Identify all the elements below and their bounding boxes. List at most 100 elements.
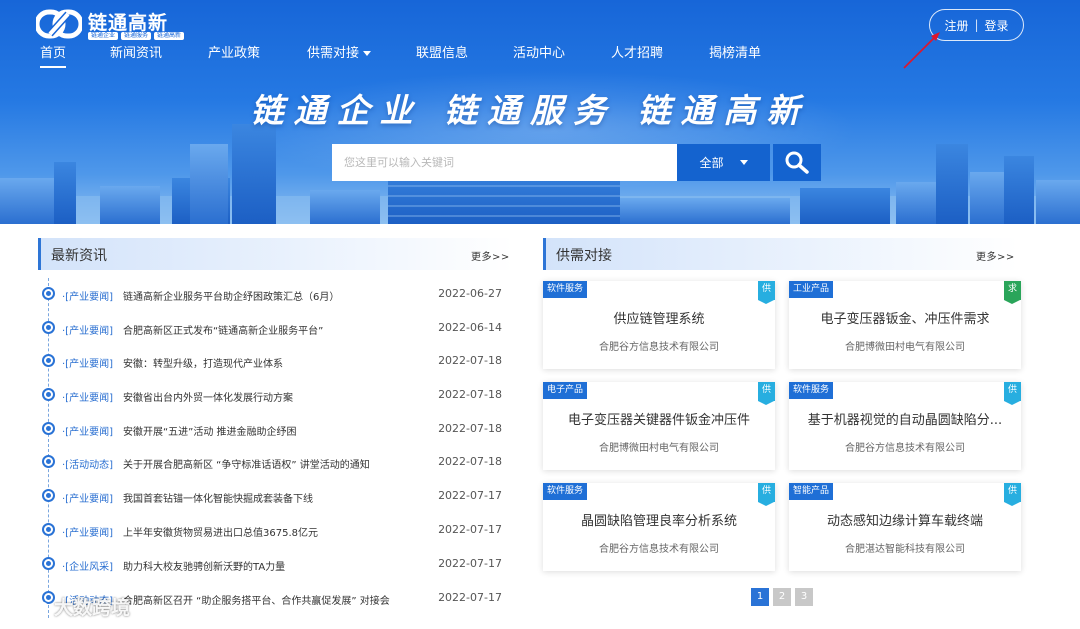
card-company: 合肥谷方信息技术有限公司 — [599, 544, 719, 555]
timeline-dot-icon — [42, 557, 55, 570]
nav-item-supply-demand-label: 供需对接 — [307, 46, 360, 61]
card-title: 动态感知边缘计算车载终端 — [826, 514, 983, 529]
news-date: 2022-07-17 — [438, 523, 502, 536]
news-date: 2022-07-18 — [438, 422, 502, 435]
news-list: ·[产业要闻] 链通高新企业服务平台助企纾困政策汇总（6月） 2022-06-2… — [40, 276, 510, 618]
nav-item-news[interactable]: 新闻资讯 — [110, 44, 162, 64]
card-title: 供应链管理系统 — [613, 312, 705, 327]
news-date: 2022-06-14 — [438, 321, 502, 334]
supply-badge: 供 — [1004, 382, 1021, 405]
nav-item-recruitment[interactable]: 人才招聘 — [611, 44, 663, 64]
pagination: 1 2 3 — [751, 588, 813, 606]
news-category: ·[产业要闻] — [62, 528, 113, 539]
news-date: 2022-07-17 — [438, 557, 502, 570]
search-input[interactable] — [332, 144, 677, 181]
logo-tag: 链通服务 — [121, 32, 152, 40]
hero-slogan: 链通企业 链通服务 链通高新 — [250, 91, 810, 130]
nav-item-challenge-list[interactable]: 揭榜清单 — [709, 44, 761, 64]
nav-item-alliance[interactable]: 联盟信息 — [416, 44, 468, 64]
timeline-dot-icon — [42, 287, 55, 300]
search-scope-value: 全部 — [699, 156, 724, 170]
card-company: 合肥博微田村电气有限公司 — [845, 342, 965, 353]
nav-item-supply-demand[interactable]: 供需对接 — [307, 44, 372, 64]
news-date: 2022-07-18 — [438, 455, 502, 468]
news-category: ·[企业风采] — [62, 562, 113, 573]
search-scope-select[interactable]: 全部 — [677, 144, 770, 181]
news-item[interactable]: ·[产业要闻] 链通高新企业服务平台助企纾困政策汇总（6月） 2022-06-2… — [40, 284, 510, 304]
card-company: 合肥谷方信息技术有限公司 — [845, 443, 965, 454]
search-icon — [785, 151, 809, 174]
news-title: 安徽省出台内外贸一体化发展行动方案 — [123, 393, 293, 404]
login-link[interactable]: 登录 — [985, 17, 1009, 34]
watermark-text: 大数跨境 — [54, 597, 131, 619]
news-item[interactable]: ·[产业要闻] 安徽：转型升级，打造现代产业体系 2022-07-18 — [40, 351, 510, 371]
page-button[interactable]: 1 — [751, 588, 769, 606]
annotation-arrow-icon — [903, 32, 940, 69]
nav-item-home[interactable]: 首页 — [40, 44, 67, 68]
news-title: 合肥高新区正式发布“链通高新企业服务平台” — [123, 326, 324, 337]
card-company: 合肥谷方信息技术有限公司 — [599, 342, 719, 353]
card-category: 电子产品 — [543, 382, 588, 399]
auth-separator: | — [974, 18, 979, 32]
site-logo[interactable]: 链通高新 链通企业 链通服务 链通高新 — [36, 8, 185, 40]
chevron-down-icon — [739, 160, 748, 165]
news-item[interactable]: ·[产业要闻] 我国首套钻锚一体化智能快掘成套装备下线 2022-07-17 — [40, 486, 510, 506]
supply-panel-title: 供需对接 — [556, 248, 612, 264]
news-title: 我国首套钻锚一体化智能快掘成套装备下线 — [123, 494, 313, 505]
timeline-dot-icon — [42, 422, 55, 435]
card-category: 软件服务 — [543, 281, 588, 298]
site-name: 链通高新 — [88, 12, 169, 34]
supply-badge: 供 — [758, 281, 775, 304]
supply-card[interactable]: 软件服务 供 基于机器视觉的自动晶圆缺陷分... 合肥谷方信息技术有限公司 — [789, 382, 1021, 470]
news-panel-header: 最新资讯 更多>> — [38, 238, 513, 270]
news-title: 合肥高新区召开 “助企服务搭平台、合作共赢促发展” 对接会 — [123, 596, 390, 607]
card-category: 软件服务 — [789, 382, 834, 399]
news-category: ·[活动动态] — [62, 460, 113, 471]
supply-card[interactable]: 智能产品 供 动态感知边缘计算车载终端 合肥湛达智能科技有限公司 — [789, 483, 1021, 571]
supply-card[interactable]: 软件服务 供 晶圆缺陷管理良率分析系统 合肥谷方信息技术有限公司 — [543, 483, 775, 571]
supply-card[interactable]: 电子产品 供 电子变压器关键器件钣金冲压件 合肥博微田村电气有限公司 — [543, 382, 775, 470]
news-title: 安徽开展“五进”活动 推进金融助企纾困 — [123, 427, 297, 438]
logo-tag: 链通高新 — [154, 32, 185, 40]
news-date: 2022-07-17 — [438, 489, 502, 502]
chain-link-logo-icon — [36, 9, 82, 39]
news-item[interactable]: ·[产业要闻] 上半年安徽货物贸易进出口总值3675.8亿元 2022-07-1… — [40, 520, 510, 540]
news-item[interactable]: ·[产业要闻] 安徽开展“五进”活动 推进金融助企纾困 2022-07-18 — [40, 419, 510, 439]
watermark: 大数跨境 — [6, 593, 130, 620]
news-item[interactable]: ·[产业要闻] 合肥高新区正式发布“链通高新企业服务平台” 2022-06-14 — [40, 318, 510, 338]
hero-banner: 链通高新 链通企业 链通服务 链通高新 首页 新闻资讯 产业政策 供需对接 联盟… — [0, 0, 1080, 224]
search-bar: 全部 — [332, 144, 821, 181]
card-company: 合肥湛达智能科技有限公司 — [845, 544, 965, 555]
news-title: 助力科大校友驰骋创新沃野的TA力量 — [123, 562, 286, 573]
card-company: 合肥博微田村电气有限公司 — [599, 443, 719, 454]
nav-item-events[interactable]: 活动中心 — [513, 44, 565, 64]
card-category: 智能产品 — [789, 483, 834, 500]
timeline-dot-icon — [42, 321, 55, 334]
news-more-link[interactable]: 更多>> — [471, 248, 510, 263]
supply-card[interactable]: 软件服务 供 供应链管理系统 合肥谷方信息技术有限公司 — [543, 281, 775, 369]
supply-badge: 供 — [758, 382, 775, 405]
card-category: 工业产品 — [789, 281, 834, 298]
supply-more-link[interactable]: 更多>> — [976, 248, 1015, 263]
card-title: 电子变压器钣金、冲压件需求 — [820, 312, 990, 327]
news-category: ·[产业要闻] — [62, 427, 113, 438]
news-item[interactable]: ·[企业风采] 助力科大校友驰骋创新沃野的TA力量 2022-07-17 — [40, 554, 510, 574]
page-button[interactable]: 3 — [795, 588, 813, 606]
supply-panel-header: 供需对接 更多>> — [543, 238, 1018, 270]
supply-badge: 供 — [758, 483, 775, 506]
watermark-logo-icon — [8, 597, 49, 615]
card-title: 基于机器视觉的自动晶圆缺陷分... — [807, 413, 1003, 428]
news-category: ·[产业要闻] — [62, 292, 113, 303]
page-button[interactable]: 2 — [773, 588, 791, 606]
search-button[interactable] — [773, 144, 821, 181]
supply-card[interactable]: 工业产品 求 电子变压器钣金、冲压件需求 合肥博微田村电气有限公司 — [789, 281, 1021, 369]
news-date: 2022-06-27 — [438, 287, 502, 300]
timeline-dot-icon — [42, 455, 55, 468]
news-title: 关于开展合肥高新区 “争守标准话语权” 讲堂活动的通知 — [123, 460, 370, 471]
nav-item-policy[interactable]: 产业政策 — [208, 44, 260, 64]
news-category: ·[产业要闻] — [62, 326, 113, 337]
register-link[interactable]: 注册 — [944, 17, 968, 34]
news-panel-title: 最新资讯 — [51, 248, 107, 264]
news-item[interactable]: ·[产业要闻] 安徽省出台内外贸一体化发展行动方案 2022-07-18 — [40, 385, 510, 405]
news-item[interactable]: ·[活动动态] 关于开展合肥高新区 “争守标准话语权” 讲堂活动的通知 2022… — [40, 452, 510, 472]
